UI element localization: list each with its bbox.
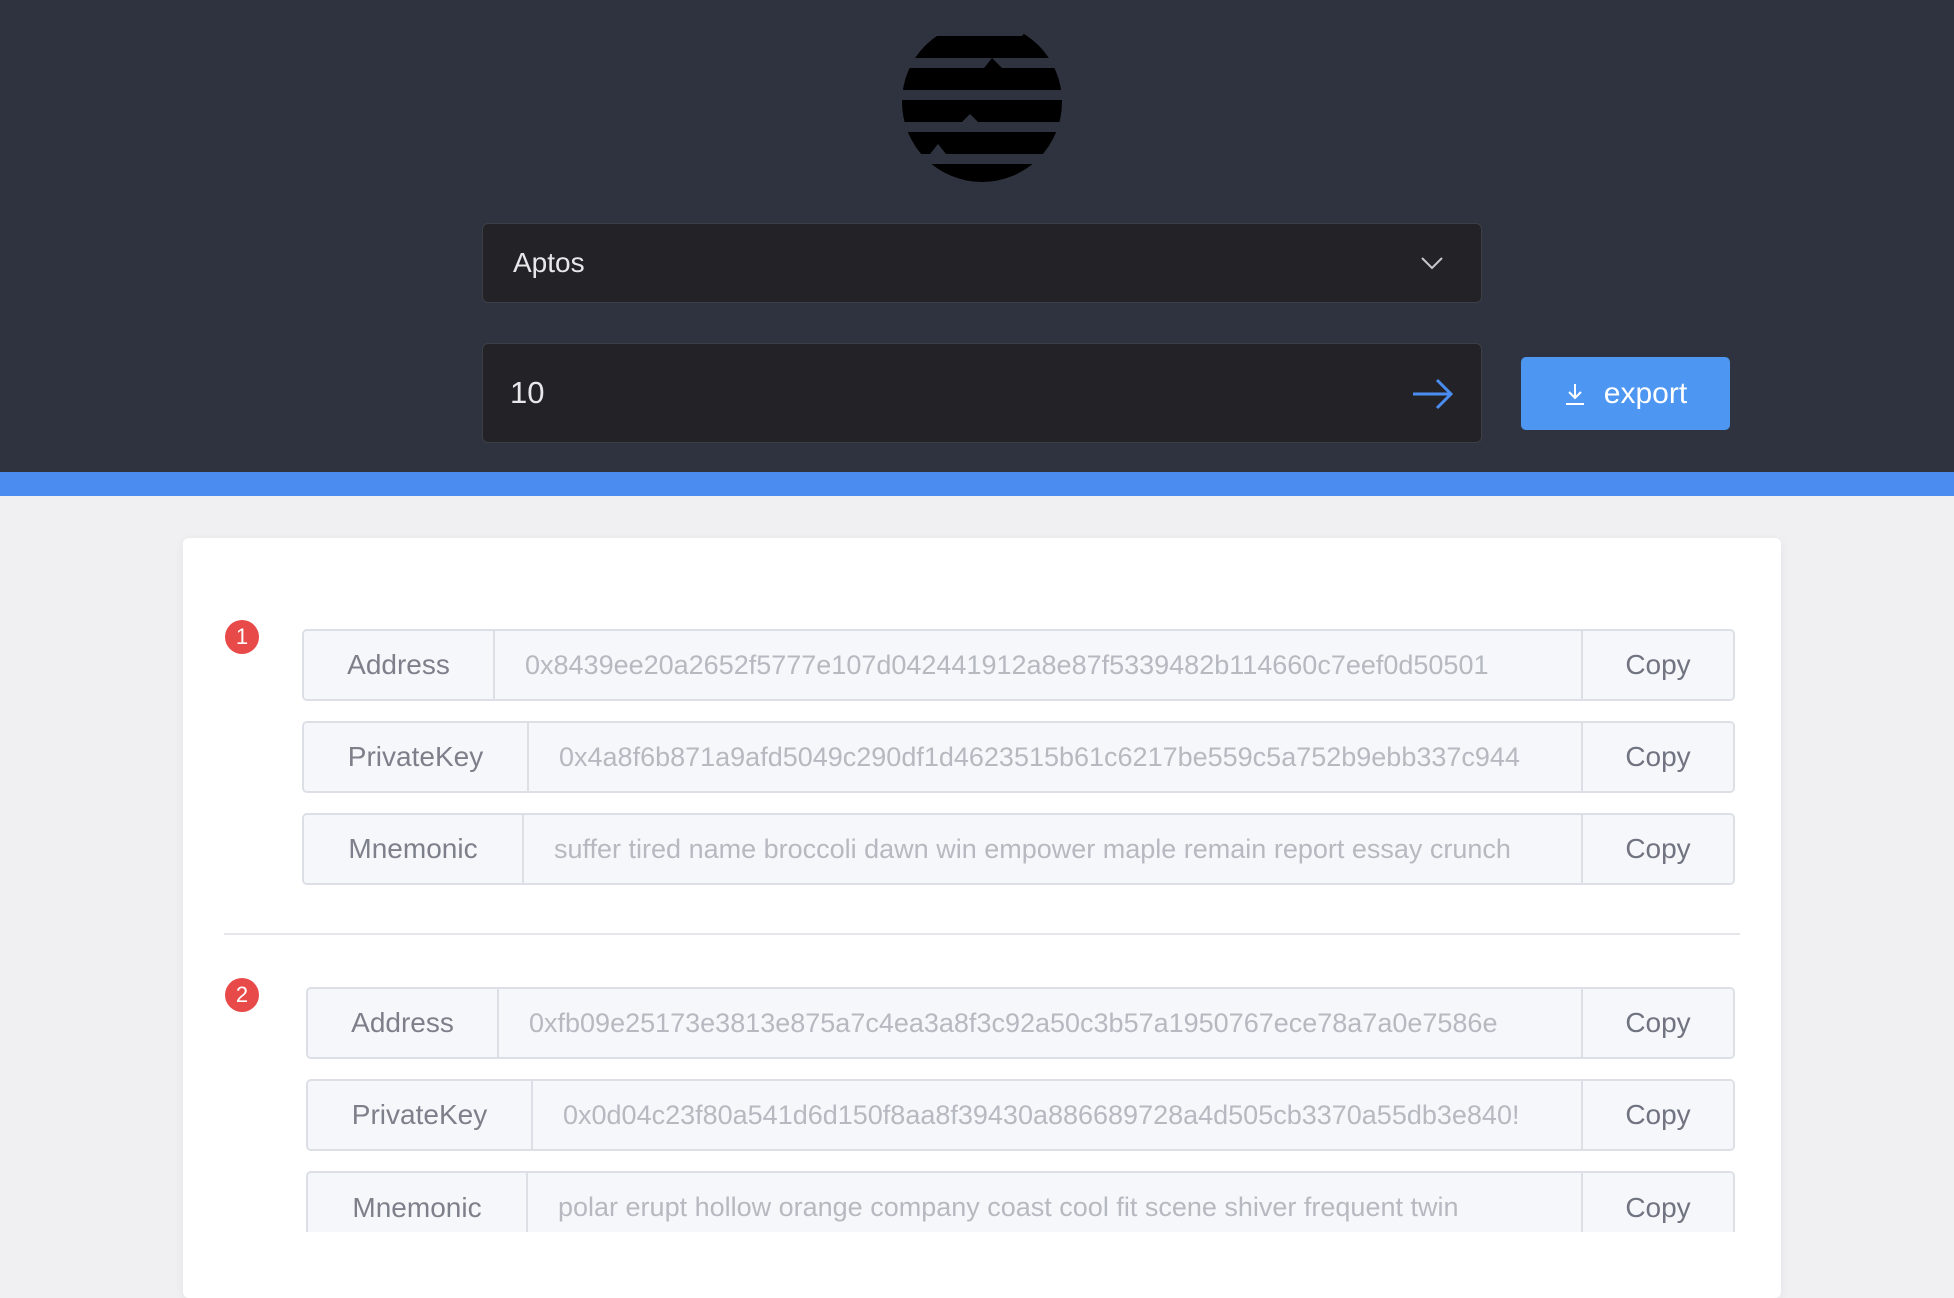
copy-private-key-button[interactable]: Copy [1581, 723, 1733, 791]
wallet-index-badge: 1 [225, 620, 259, 654]
export-button[interactable]: export [1521, 357, 1730, 430]
address-value[interactable]: 0xfb09e25173e3813e875a7c4ea3a8f3c92a50c3… [499, 989, 1581, 1057]
private-key-label: PrivateKey [308, 1081, 533, 1149]
address-field: Address 0x8439ee20a2652f5777e107d0424419… [302, 629, 1735, 701]
wallet-divider [224, 933, 1740, 935]
address-label: Address [308, 989, 499, 1057]
wallet-count-field [482, 343, 1482, 443]
private-key-value[interactable]: 0x4a8f6b871a9afd5049c290df1d4623515b61c6… [529, 723, 1581, 791]
chevron-down-icon [1421, 257, 1443, 270]
copy-address-button[interactable]: Copy [1581, 989, 1733, 1057]
aptos-logo-icon [902, 26, 1062, 182]
address-value[interactable]: 0x8439ee20a2652f5777e107d042441912a8e87f… [495, 631, 1581, 699]
address-field: Address 0xfb09e25173e3813e875a7c4ea3a8f3… [306, 987, 1735, 1059]
chain-select-value: Aptos [513, 247, 585, 278]
copy-mnemonic-button[interactable]: Copy [1581, 815, 1733, 883]
wallet-count-input[interactable] [510, 375, 1310, 411]
private-key-label: PrivateKey [304, 723, 529, 791]
header: Aptos export [0, 0, 1954, 472]
mnemonic-field: Mnemonic polar erupt hollow orange compa… [306, 1171, 1735, 1232]
address-label: Address [304, 631, 495, 699]
mnemonic-field: Mnemonic suffer tired name broccoli dawn… [302, 813, 1735, 885]
private-key-value[interactable]: 0x0d04c23f80a541d6d150f8aa8f39430a886689… [533, 1081, 1581, 1149]
private-key-field: PrivateKey 0x0d04c23f80a541d6d150f8aa8f3… [306, 1079, 1735, 1151]
chain-select[interactable]: Aptos [482, 223, 1482, 303]
mnemonic-label: Mnemonic [304, 815, 524, 883]
export-button-label: export [1603, 376, 1688, 410]
download-icon [1565, 383, 1584, 405]
mnemonic-value[interactable]: polar erupt hollow orange company coast … [528, 1173, 1581, 1232]
wallet-index-badge: 2 [225, 978, 259, 1012]
mnemonic-value[interactable]: suffer tired name broccoli dawn win empo… [524, 815, 1581, 883]
copy-private-key-button[interactable]: Copy [1581, 1081, 1733, 1149]
copy-address-button[interactable]: Copy [1581, 631, 1733, 699]
arrow-right-icon[interactable] [1409, 370, 1457, 418]
private-key-field: PrivateKey 0x4a8f6b871a9afd5049c290df1d4… [302, 721, 1735, 793]
mnemonic-label: Mnemonic [308, 1173, 528, 1232]
copy-mnemonic-button[interactable]: Copy [1581, 1173, 1733, 1232]
accent-bar [0, 472, 1954, 496]
